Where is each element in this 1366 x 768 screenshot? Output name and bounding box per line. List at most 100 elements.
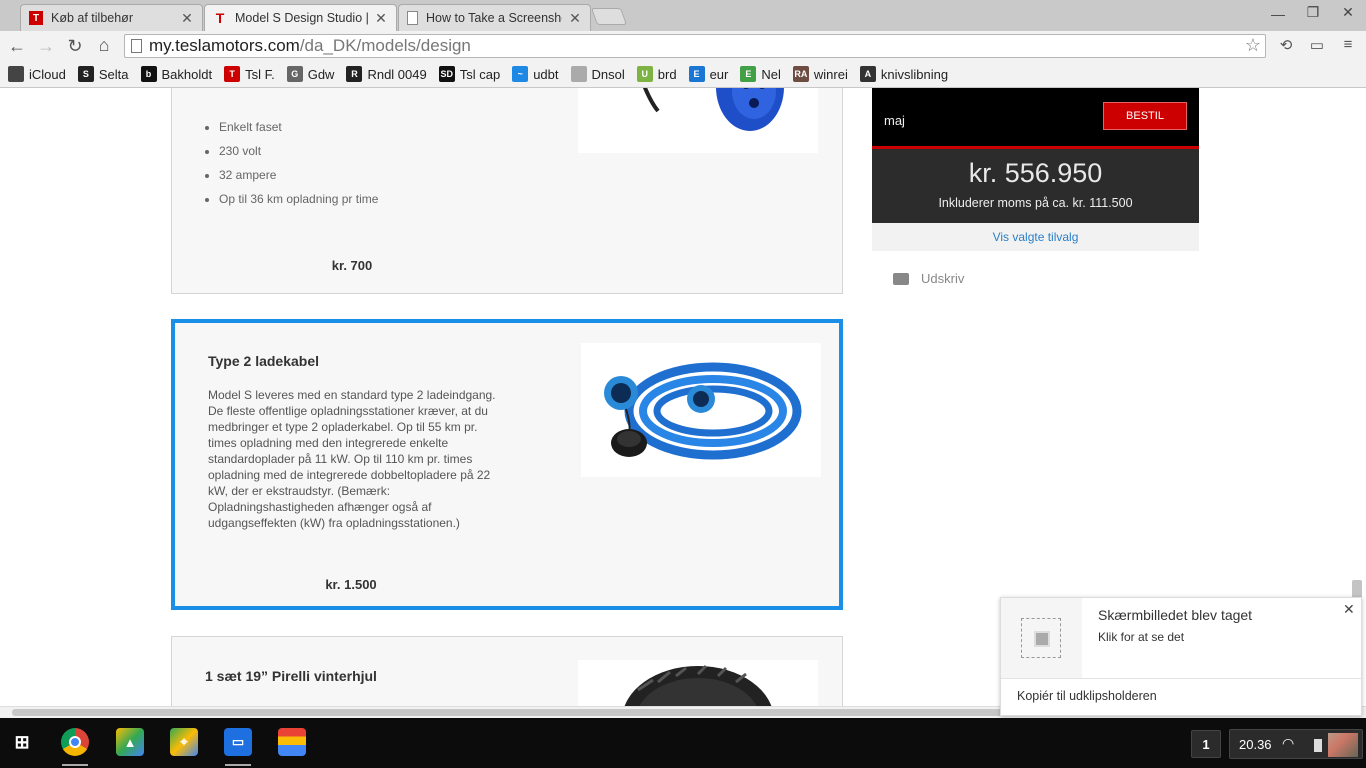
bookmark-label: Nel <box>761 66 781 82</box>
bookmark-label: Tsl F. <box>245 66 275 82</box>
spec-item: 32 ampere <box>219 163 378 187</box>
tesla-favicon-icon: T <box>215 10 225 26</box>
page-favicon-icon <box>407 11 418 25</box>
delivery-month: maj <box>884 113 905 128</box>
print-label: Udskriv <box>921 271 965 286</box>
bookmark-label: Dnsol <box>591 66 625 82</box>
bookmark-favicon-icon: T <box>224 66 241 82</box>
bookmark-label: winrei <box>813 66 848 82</box>
forward-icon[interactable]: → <box>34 34 58 58</box>
notification-count-badge[interactable]: 1 <box>1191 730 1221 758</box>
bookmark-favicon-icon: A <box>859 66 876 82</box>
bookmark-item[interactable]: T Tsl F. <box>224 66 275 82</box>
tab-title: Køb af tilbehør <box>51 11 133 25</box>
wifi-icon: ◠ <box>1282 735 1295 751</box>
screenshot-icon <box>1021 618 1061 658</box>
bookmark-item[interactable]: Aknivslibning <box>859 66 949 82</box>
charger-spec-list: Enkelt faset 230 volt 32 ampere Op til 3… <box>219 115 378 211</box>
notification-close-icon[interactable]: ✕ <box>1343 601 1355 618</box>
bookmark-favicon-icon: b <box>140 66 157 82</box>
order-button[interactable]: BESTIL <box>1103 102 1187 130</box>
bookmark-label: knivslibning <box>880 66 949 82</box>
bookmark-item[interactable]: E Nel <box>740 66 781 82</box>
bookmark-item[interactable]: Eeur <box>688 66 729 82</box>
card-title: Type 2 ladekabel <box>208 353 320 369</box>
bookmark-item[interactable]: S Selta <box>77 66 129 82</box>
bookmark-label: eur <box>709 66 729 82</box>
accessory-card-charger[interactable]: Enkelt faset 230 volt 32 ampere Op til 3… <box>171 88 843 294</box>
bookmark-label: Bakholdt <box>161 66 213 82</box>
bookmark-star-icon[interactable]: ☆ <box>1245 35 1261 56</box>
spec-item: Enkelt faset <box>219 115 378 139</box>
bookmark-item[interactable]: R Rndl 0049 <box>346 66 427 82</box>
bookmarks-bar: iCloud S Selta b Bakholdt T Tsl F. G Gdw R Rndl 00… <box>0 62 1366 86</box>
web-store-app-icon[interactable] <box>278 728 306 756</box>
tab-strip: T Køb af tilbehør ✕ T Model S Design Stu… <box>0 0 1366 31</box>
bookmark-item[interactable]: b Bakholdt <box>140 66 213 82</box>
bookmark-item[interactable]: G Gdw <box>286 66 335 82</box>
chrome-app-icon[interactable] <box>61 728 89 756</box>
show-selected-options-link[interactable]: Vis valgte tilvalg <box>872 223 1199 251</box>
accessory-card-type2-cable[interactable]: Type 2 ladekabel Model S leveres med en … <box>171 319 843 610</box>
accessory-card-pirelli-wheels[interactable]: 1 sæt 19” Pirelli vinterhjul <box>171 636 843 706</box>
minimize-icon[interactable]: — <box>1268 6 1288 22</box>
blue-plug-image <box>578 88 818 153</box>
new-tab-button[interactable] <box>590 8 628 25</box>
bookmark-item[interactable]: Dnsol <box>570 66 625 82</box>
tab-koeb-tilbehoer[interactable]: T Køb af tilbehør ✕ <box>20 4 203 31</box>
bookmark-label: brd <box>657 66 677 82</box>
tab-close-icon[interactable]: ✕ <box>180 10 194 27</box>
bookmark-item[interactable]: ~ udbt <box>512 66 559 82</box>
price: kr. 1.500 <box>325 577 377 592</box>
system-tray[interactable]: 20.36 ◠ <box>1229 729 1363 759</box>
notification-title: Skærmbilledet blev taget <box>1098 607 1253 623</box>
os-shelf: ⊞ ▲ ⌖ ▭ <box>0 718 1366 768</box>
app-launcher-icon[interactable]: ⊞ <box>8 728 36 756</box>
printer-icon <box>893 272 909 285</box>
vat-note: Inkluderer moms på ca. kr. 111.500 <box>938 196 1133 210</box>
price-summary: kr. 556.950 Inkluderer moms på ca. kr. 1… <box>872 149 1199 223</box>
user-avatar <box>1328 733 1358 757</box>
bookmark-item[interactable]: iCloud <box>8 66 66 82</box>
files-app-icon[interactable]: ▭ <box>224 728 252 756</box>
menu-icon[interactable]: ≡ <box>1338 36 1358 56</box>
address-bar[interactable]: my.teslamotors.com/da_DK/models/design ☆ <box>124 34 1266 58</box>
print-link[interactable]: Udskriv <box>893 271 964 286</box>
tab-how-to-screenshot[interactable]: How to Take a Screenshc ✕ <box>398 4 591 31</box>
restore-icon[interactable]: ❐ <box>1303 4 1323 21</box>
card-description: Model S leveres med en standard type 2 l… <box>208 388 496 530</box>
maps-app-icon[interactable]: ⌖ <box>170 728 198 756</box>
spec-item: Op til 36 km opladning pr time <box>219 187 378 211</box>
cast-icon[interactable]: ▭ <box>1307 36 1327 56</box>
tab-close-icon[interactable]: ✕ <box>568 10 582 27</box>
bookmark-label: Tsl cap <box>459 66 501 82</box>
bookmark-label: udbt <box>533 66 559 82</box>
home-icon[interactable]: ⌂ <box>92 33 116 57</box>
bookmark-favicon-icon: RA <box>792 66 809 82</box>
bookmark-label: iCloud <box>29 66 66 82</box>
copy-to-clipboard-button[interactable]: Kopiér til udklipsholderen <box>1017 689 1157 703</box>
bookmark-favicon-icon: U <box>636 66 653 82</box>
total-price: kr. 556.950 <box>968 158 1103 188</box>
tesla-favicon-icon: T <box>29 11 43 25</box>
reload-icon[interactable]: ↻ <box>63 34 87 58</box>
bookmark-favicon-icon: G <box>286 66 303 82</box>
page-info-icon[interactable] <box>131 39 142 53</box>
tab-close-icon[interactable]: ✕ <box>374 10 388 27</box>
drive-app-icon[interactable]: ▲ <box>116 728 144 756</box>
screenshot-icon-area <box>1001 598 1082 678</box>
running-indicator <box>225 764 251 766</box>
extension-icon[interactable]: ⟲ <box>1276 36 1296 56</box>
notification-subtitle[interactable]: Klik for at se det <box>1098 630 1184 644</box>
tab-model-s-design-studio[interactable]: T Model S Design Studio | ✕ <box>204 4 397 31</box>
bookmark-label: Gdw <box>307 66 335 82</box>
screenshot-notification[interactable]: Skærmbilledet blev taget Klik for at se … <box>1000 597 1363 716</box>
spec-item: 230 volt <box>219 139 378 163</box>
bookmark-item[interactable]: Ubrd <box>636 66 677 82</box>
back-icon[interactable]: ← <box>5 34 29 58</box>
close-window-icon[interactable]: ✕ <box>1338 4 1358 21</box>
price: kr. 700 <box>331 258 373 273</box>
bookmark-item[interactable]: SD Tsl cap <box>438 66 501 82</box>
tab-title: How to Take a Screenshc <box>426 11 562 25</box>
bookmark-item[interactable]: RA winrei <box>792 66 848 82</box>
